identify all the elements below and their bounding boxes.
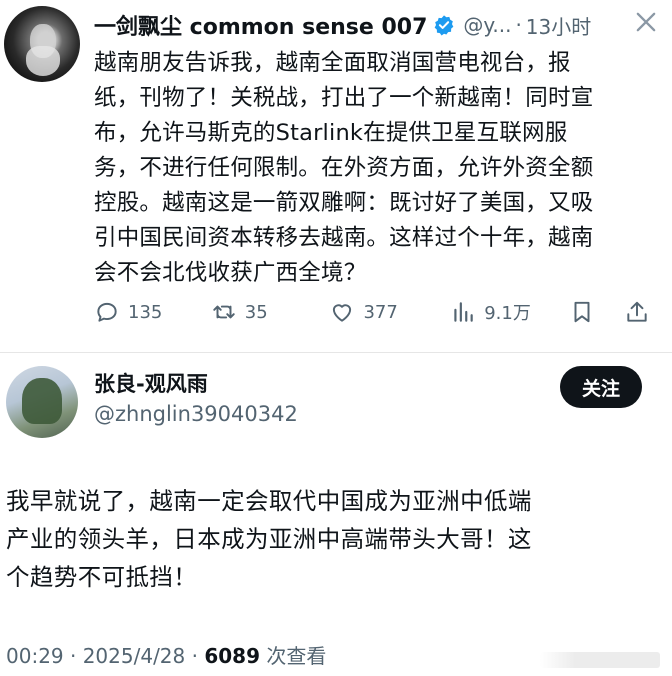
text-line: 纸，刊物了！关税战，打出了一个新越南！同时宣: [94, 85, 594, 111]
text-line: 布，允许马斯克的Starlink在提供卫星互联网服: [94, 120, 568, 146]
post-time[interactable]: 13小时: [526, 11, 591, 40]
watermark: [540, 652, 660, 668]
text-line: 产业的领头羊，日本成为亚洲中高端带头大哥！这: [6, 525, 532, 553]
views-button[interactable]: 9.1万: [450, 299, 569, 325]
repost-button[interactable]: 35: [211, 299, 330, 325]
like-button[interactable]: 377: [329, 299, 450, 325]
text-line: 我早就说了，越南一定会取代中国成为亚洲中低端: [6, 487, 532, 515]
share-button[interactable]: [624, 299, 654, 325]
post-text: 我早就说了，越南一定会取代中国成为亚洲中低端 产业的领头羊，日本成为亚洲中高端带…: [6, 482, 656, 596]
post-header: 一剑飘尘 common sense 007 @y... · 13小时: [94, 8, 664, 42]
follow-button[interactable]: 关注: [560, 366, 642, 408]
view-count: 6089: [204, 644, 261, 668]
text-line: 会不会北伐收获广西全境？: [94, 260, 367, 286]
heart-icon: [333, 304, 352, 322]
post-meta: 00:29 · 2025/4/28 · 6089 次查看: [6, 640, 326, 669]
reply-icon: [97, 302, 117, 322]
close-icon[interactable]: [632, 8, 660, 36]
avatar-tree-shape: [22, 378, 62, 424]
author-name[interactable]: 一剑飘尘 common sense 007: [94, 9, 427, 41]
view-count-label: 次查看: [260, 644, 327, 668]
share-icon: [627, 301, 647, 322]
author-name[interactable]: 张良-观风雨: [94, 368, 208, 398]
text-line: 引中国民间资本转移去越南。这样过个十年，越南: [94, 225, 594, 251]
post-text: 越南朋友告诉我，越南全面取消国营电视台，报 纸，刊物了！关税战，打出了一个新越南…: [94, 46, 660, 291]
bookmark-icon: [574, 301, 590, 323]
author-avatar[interactable]: [6, 366, 78, 438]
post-timestamp[interactable]: 00:29 · 2025/4/28 ·: [6, 644, 204, 668]
quoted-post[interactable]: 一剑飘尘 common sense 007 @y... · 13小时 越南朋友告…: [0, 0, 672, 352]
text-line: 控股。越南这是一箭双雕啊：既讨好了美国，又吸: [94, 190, 594, 216]
like-count: 377: [363, 301, 398, 323]
text-line: 越南朋友告诉我，越南全面取消国营电视台，报: [94, 50, 571, 76]
analytics-icon: [454, 302, 473, 322]
section-divider: [0, 352, 672, 353]
verified-badge-icon: [435, 15, 454, 36]
text-line: 务，不进行任何限制。在外资方面，允许外资全额: [94, 155, 594, 181]
reply-button[interactable]: 135: [94, 299, 211, 325]
post-actions: 135 35 377 9.1万: [94, 294, 654, 330]
avatar-beard-shape: [26, 46, 60, 76]
views-count: 9.1万: [484, 303, 531, 324]
header-separator: ·: [515, 13, 522, 37]
reply-count: 135: [128, 301, 163, 323]
author-handle[interactable]: @y...: [463, 13, 511, 37]
bookmark-button[interactable]: [569, 299, 624, 325]
author-handle[interactable]: @zhnglin39040342: [94, 402, 298, 426]
repost-count: 35: [244, 301, 268, 323]
repost-icon: [213, 305, 235, 319]
author-avatar[interactable]: [4, 6, 80, 82]
text-line: 个趋势不可抵挡！: [6, 563, 198, 591]
